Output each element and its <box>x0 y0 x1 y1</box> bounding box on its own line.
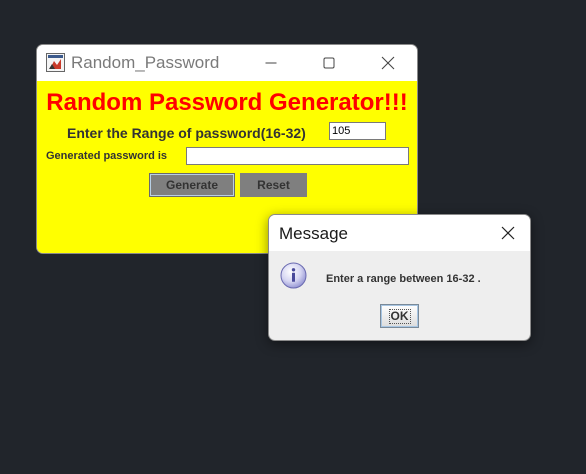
window-title: Random_Password <box>71 53 220 72</box>
ok-button[interactable]: OK <box>380 304 419 328</box>
dialog-titlebar[interactable]: Message <box>269 215 530 251</box>
generate-button[interactable]: Generate <box>149 173 235 197</box>
close-button[interactable] <box>359 45 417 81</box>
minimize-icon <box>265 62 277 64</box>
close-icon <box>381 56 395 70</box>
close-icon <box>501 226 515 240</box>
maximize-icon <box>323 57 335 69</box>
ok-button-label: OK <box>388 308 411 324</box>
range-label: Enter the Range of password(16-32) <box>67 125 306 141</box>
minimize-button[interactable] <box>242 45 300 81</box>
range-input[interactable] <box>329 122 386 140</box>
maximize-button[interactable] <box>300 45 358 81</box>
generated-password-label: Generated password is <box>46 150 168 162</box>
generated-password-field[interactable] <box>186 147 409 165</box>
main-titlebar[interactable]: Random_Password <box>37 45 417 81</box>
java-app-icon <box>46 53 65 72</box>
dialog-title: Message <box>279 224 348 243</box>
reset-button[interactable]: Reset <box>240 173 307 197</box>
page-title: Random Password Generator!!! <box>46 89 408 116</box>
dialog-message: Enter a range between 16-32 . <box>326 273 481 285</box>
desktop: Random_Password Random Password Generato… <box>0 0 586 474</box>
dialog-close-button[interactable] <box>485 215 530 251</box>
info-icon <box>280 262 307 289</box>
message-dialog: Message Enter a range between 16-32 . OK <box>268 214 531 341</box>
